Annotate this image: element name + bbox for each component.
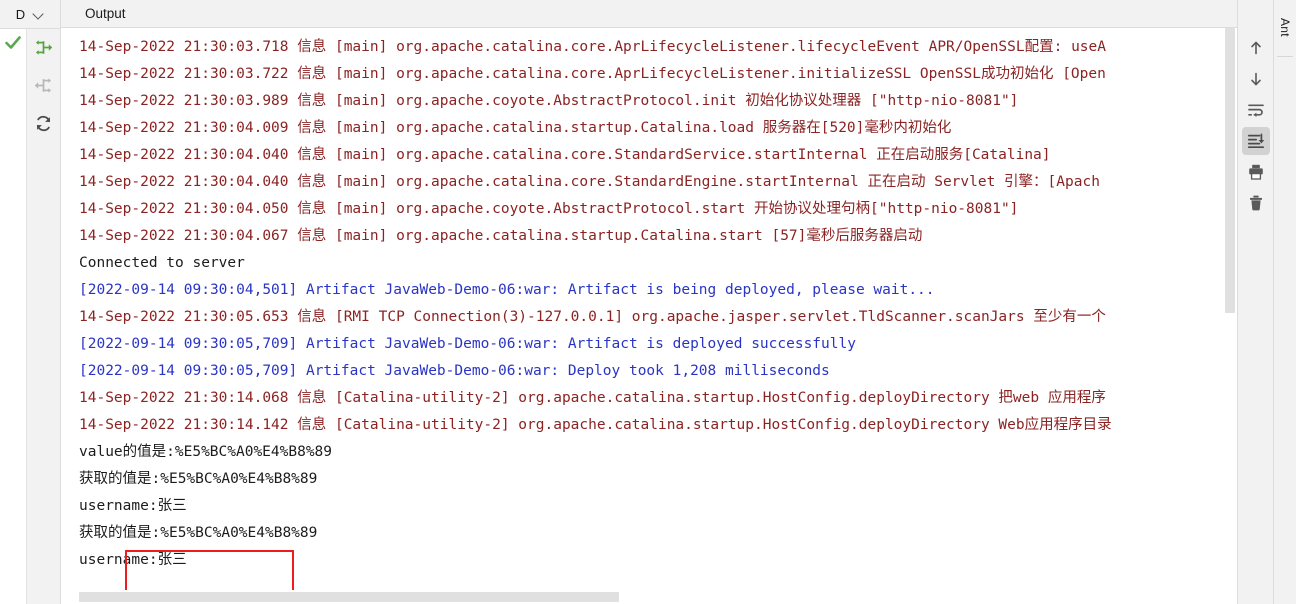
console-line: username:张三: [79, 552, 187, 568]
console-toolbar: [1237, 0, 1273, 604]
scroll-down-icon[interactable]: [1242, 65, 1270, 93]
vertical-tab-ant[interactable]: Ant: [1274, 4, 1296, 50]
tool-bar-divider: [1277, 56, 1293, 57]
scroll-to-end-icon[interactable]: [1241, 127, 1270, 155]
step-back-icon[interactable]: [29, 70, 59, 100]
run-actions-column: [26, 0, 60, 604]
console-line: Connected to server: [79, 255, 245, 271]
console-log[interactable]: 14-Sep-2022 21:30:03.718 信息 [main] org.a…: [61, 28, 1221, 590]
console-line: 14-Sep-2022 21:30:03.718 信息 [main] org.a…: [79, 39, 1107, 55]
console-line: 获取的值是:%E5%BC%A0%E4%B8%89: [79, 525, 318, 541]
console-line: value的值是:%E5%BC%A0%E4%B8%89: [79, 444, 333, 460]
run-sidebar-header: D: [0, 0, 60, 29]
console-line: 14-Sep-2022 21:30:04.050 信息 [main] org.a…: [79, 201, 1019, 217]
console-line: 14-Sep-2022 21:30:04.067 信息 [main] org.a…: [79, 228, 923, 244]
vertical-scrollbar-track[interactable]: [1223, 28, 1237, 604]
tab-output[interactable]: Output: [79, 0, 132, 27]
console-line: [2022-09-14 09:30:05,709] Artifact JavaW…: [79, 363, 830, 379]
refresh-icon[interactable]: [29, 108, 59, 138]
trash-icon[interactable]: [1242, 189, 1270, 217]
console-line: username:张三: [79, 498, 187, 514]
run-sidebar: D: [0, 0, 60, 604]
green-check-icon: [4, 34, 22, 57]
horizontal-scrollbar[interactable]: [61, 590, 1221, 604]
run-status-gutter: [0, 0, 26, 604]
console-line: 14-Sep-2022 21:30:03.722 信息 [main] org.a…: [79, 66, 1106, 82]
console-line: 14-Sep-2022 21:30:04.009 信息 [main] org.a…: [79, 120, 952, 136]
scroll-up-icon[interactable]: [1242, 34, 1270, 62]
console-line: 14-Sep-2022 21:30:03.989 信息 [main] org.a…: [79, 93, 1019, 109]
console-viewport: 14-Sep-2022 21:30:03.718 信息 [main] org.a…: [61, 28, 1237, 604]
vertical-scrollbar[interactable]: [1221, 28, 1237, 604]
vertical-tab-ant-label: Ant: [1278, 17, 1292, 37]
console-line: [2022-09-14 09:30:04,501] Artifact JavaW…: [79, 282, 935, 298]
run-config-label: D: [15, 6, 26, 22]
console-line: [2022-09-14 09:30:05,709] Artifact JavaW…: [79, 336, 856, 352]
console-panel: Output 14-Sep-2022 21:30:03.718 信息 [main…: [60, 0, 1237, 604]
soft-wrap-icon[interactable]: [1242, 96, 1270, 124]
horizontal-scrollbar-thumb[interactable]: [79, 592, 619, 602]
chevron-down-icon[interactable]: [33, 9, 44, 20]
vertical-scrollbar-thumb[interactable]: [1225, 28, 1235, 313]
console-line: 获取的值是:%E5%BC%A0%E4%B8%89: [79, 471, 318, 487]
console-line: 14-Sep-2022 21:30:05.653 信息 [RMI TCP Con…: [79, 309, 1106, 325]
console-tabstrip: Output: [61, 0, 1237, 28]
console-line: 14-Sep-2022 21:30:04.040 信息 [main] org.a…: [79, 147, 1051, 163]
output-tool-window: D Output 14-Sep-2022 21:30:03.718 信息 [ma…: [0, 0, 1296, 604]
console-line: 14-Sep-2022 21:30:14.068 信息 [Catalina-ut…: [79, 390, 1106, 406]
print-icon[interactable]: [1242, 158, 1270, 186]
right-tool-window-bar: Ant: [1273, 0, 1296, 604]
rerun-icon[interactable]: [29, 32, 59, 62]
console-line: 14-Sep-2022 21:30:04.040 信息 [main] org.a…: [79, 174, 1100, 190]
console-line: 14-Sep-2022 21:30:14.142 信息 [Catalina-ut…: [79, 417, 1112, 433]
